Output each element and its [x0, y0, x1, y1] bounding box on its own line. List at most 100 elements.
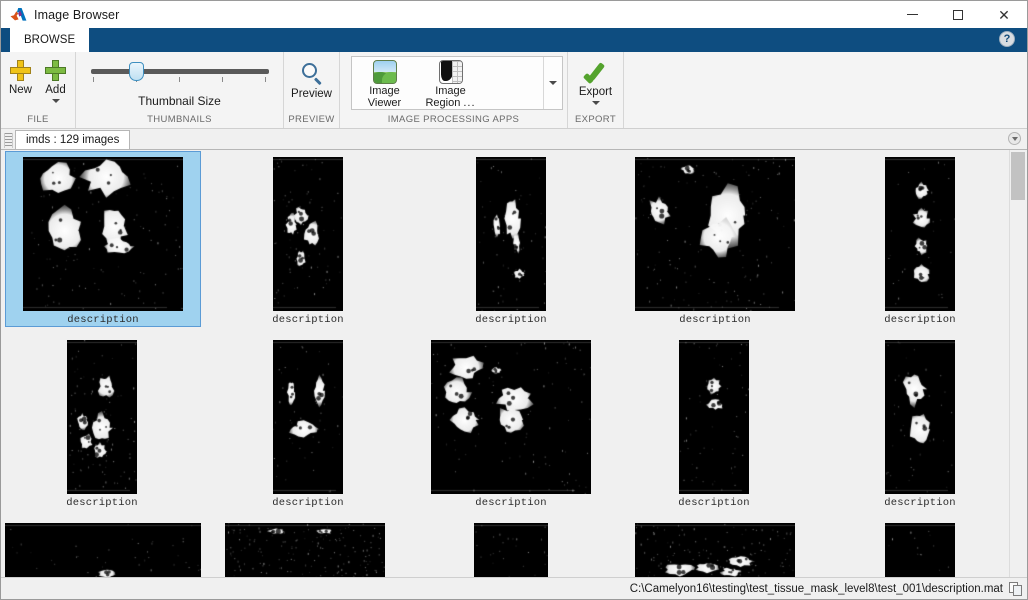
thumbnail-image[interactable]	[476, 157, 546, 311]
matlab-logo-icon	[10, 7, 27, 22]
thumbnail-image[interactable]	[635, 523, 795, 577]
slider-track	[90, 69, 269, 74]
thumbnail-cell[interactable]: description	[66, 334, 138, 509]
thumbnail-grid[interactable]: description description description descrip…	[1, 150, 1009, 577]
image-region-label-text: Region	[425, 97, 461, 109]
maximize-button[interactable]	[935, 1, 981, 28]
preview-button-label: Preview	[291, 88, 332, 100]
title-bar: Image Browser ✕	[1, 1, 1027, 28]
thumbnail-image[interactable]	[885, 157, 955, 311]
app-gallery-items: Image Viewer Image Region ...	[352, 57, 543, 109]
app-gallery-more-button[interactable]	[542, 57, 562, 109]
thumbnail-image[interactable]	[885, 340, 955, 494]
thumbnail-image[interactable]	[273, 157, 343, 311]
thumbnail-caption: description	[475, 314, 547, 326]
thumbnail-cell[interactable]: description	[678, 334, 750, 509]
add-button[interactable]: Add	[38, 56, 73, 103]
minimize-icon	[906, 14, 918, 15]
ribbon-group-thumbnails-label: THUMBNAILS	[147, 114, 212, 125]
ribbon-tab-strip: BROWSE ?	[1, 28, 1027, 52]
document-tab-imds[interactable]: imds : 129 images	[15, 130, 131, 149]
image-region-app-button[interactable]: Image Region ...	[418, 60, 484, 109]
add-dropdown-caret-icon[interactable]	[51, 99, 60, 103]
thumbnail-image[interactable]	[225, 523, 385, 577]
ribbon-group-apps-label: IMAGE PROCESSING APPS	[387, 114, 520, 125]
thumbnail-cell[interactable]: description	[271, 151, 345, 326]
thumbnail-caption: description	[66, 497, 138, 509]
ribbon-group-export-body: Export	[568, 52, 623, 113]
magnifier-icon	[300, 62, 324, 86]
image-viewer-label-line2: Viewer	[367, 97, 402, 109]
thumbnail-cell[interactable]	[885, 517, 955, 577]
ribbon-toolbar: New Add FILE Thumbnail Size THUMBNAILS P…	[1, 52, 1027, 129]
thumbnail-image[interactable]	[67, 340, 137, 494]
image-region-icon	[438, 60, 463, 84]
thumbnail-image[interactable]	[5, 523, 201, 577]
thumbnail-cell[interactable]: description	[474, 151, 548, 326]
export-dropdown-caret-icon[interactable]	[591, 101, 600, 105]
thumbnail-cell[interactable]: description	[635, 151, 795, 326]
document-tab-options-button[interactable]	[1008, 132, 1021, 145]
title-bar-left: Image Browser	[1, 7, 119, 22]
image-viewer-app-button[interactable]: Image Viewer	[352, 60, 418, 109]
thumbnail-cell[interactable]: description	[884, 334, 956, 509]
image-viewer-label-line1: Image	[369, 85, 400, 97]
status-bar: C:\Camelyon16\testing\test_tissue_mask_l…	[1, 577, 1027, 599]
copy-icon[interactable]	[1009, 581, 1023, 596]
new-button[interactable]: New	[3, 56, 38, 96]
ribbon-group-export: Export EXPORT	[567, 52, 623, 128]
thumbnail-cell-selected[interactable]: description	[5, 151, 201, 327]
scrollbar-thumb[interactable]	[1011, 152, 1025, 200]
tab-bar-grip[interactable]	[4, 133, 13, 148]
new-button-label: New	[8, 84, 32, 96]
ribbon-group-thumbnails: Thumbnail Size THUMBNAILS	[75, 52, 283, 128]
thumbnail-cell[interactable]	[474, 517, 548, 577]
thumbnail-browser: description description description descrip…	[1, 150, 1027, 577]
thumbnail-image[interactable]	[679, 340, 749, 494]
minimize-button[interactable]	[889, 1, 935, 28]
ribbon-group-file: New Add FILE	[1, 52, 75, 128]
thumbnail-cell[interactable]	[5, 517, 201, 577]
image-region-label-line1: Image	[435, 85, 466, 97]
close-button[interactable]: ✕	[981, 1, 1027, 28]
preview-button[interactable]: Preview	[286, 56, 338, 100]
thumbnail-cell[interactable]	[635, 517, 795, 577]
ribbon-group-thumbnails-body: Thumbnail Size	[76, 52, 283, 113]
thumbnail-caption: description	[67, 314, 139, 326]
thumbnail-image[interactable]	[474, 523, 548, 577]
image-browser-window: Image Browser ✕ BROWSE ? New Add FILE Th…	[0, 0, 1028, 600]
app-gallery: Image Viewer Image Region ...	[350, 56, 563, 110]
vertical-scrollbar[interactable]	[1009, 150, 1027, 577]
thumbnail-image[interactable]	[23, 157, 183, 311]
document-tab-bar: imds : 129 images	[1, 129, 1027, 150]
slider-ticks	[91, 77, 269, 83]
thumbnail-cell[interactable]	[225, 517, 385, 577]
thumbnail-size-slider[interactable]	[90, 62, 269, 86]
plus-green-icon	[44, 59, 67, 82]
plus-gold-icon	[9, 59, 32, 82]
thumbnail-cell[interactable]: description	[884, 151, 956, 326]
ribbon-group-export-label: EXPORT	[575, 114, 616, 125]
ribbon-group-image-processing-apps: Image Viewer Image Region ... IMAGE PROC…	[339, 52, 567, 128]
thumbnail-image[interactable]	[273, 340, 343, 494]
thumbnail-caption: description	[475, 497, 547, 509]
export-button-label: Export	[578, 86, 613, 98]
ribbon-group-apps-body: Image Viewer Image Region ...	[340, 52, 567, 113]
thumbnail-cell[interactable]: description	[431, 334, 591, 509]
ribbon-group-preview-label: PREVIEW	[288, 114, 335, 125]
thumbnail-caption: description	[272, 314, 344, 326]
thumbnail-cell[interactable]: description	[272, 334, 344, 509]
help-icon[interactable]: ?	[999, 31, 1015, 47]
slider-thumb[interactable]	[128, 62, 144, 81]
close-icon: ✕	[998, 6, 1010, 23]
thumbnail-size-label: Thumbnail Size	[138, 94, 221, 108]
thumbnail-caption: description	[678, 497, 750, 509]
image-region-label-line2: Region ...	[425, 97, 475, 109]
thumbnail-image[interactable]	[635, 157, 795, 311]
thumbnail-caption: description	[679, 314, 751, 326]
tab-browse[interactable]: BROWSE	[10, 28, 90, 52]
thumbnail-image[interactable]	[431, 340, 591, 494]
status-path-label: C:\Camelyon16\testing\test_tissue_mask_l…	[629, 582, 1003, 595]
thumbnail-image[interactable]	[885, 523, 955, 577]
export-button[interactable]: Export	[571, 56, 621, 105]
